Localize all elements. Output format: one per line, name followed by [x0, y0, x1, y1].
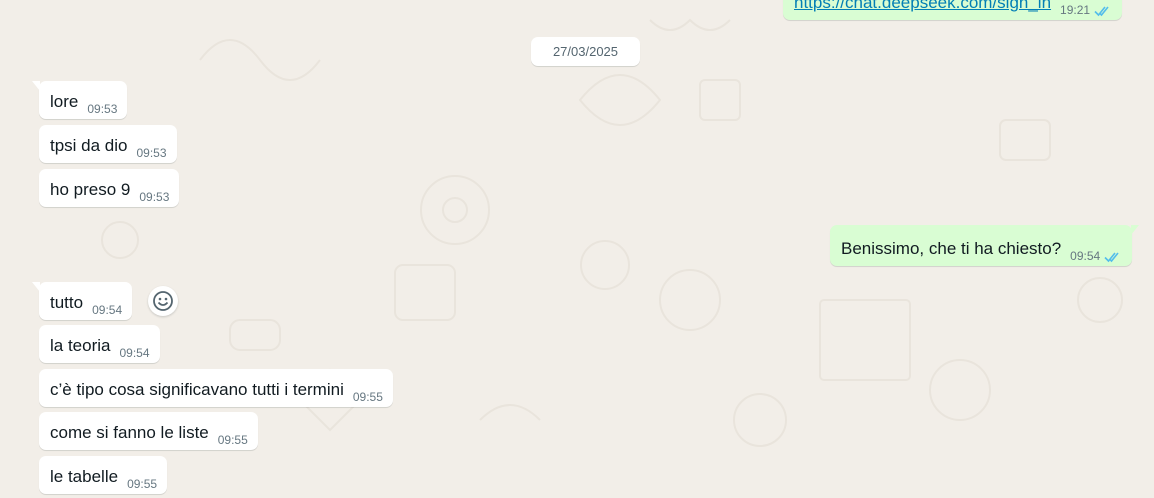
message-incoming[interactable]: tutto 09:54 [32, 282, 133, 320]
message-time: 09:54 [92, 303, 123, 317]
message-text: c’è tipo cosa significavano tutti i term… [50, 380, 344, 399]
double-check-icon [1104, 252, 1119, 263]
message-incoming[interactable]: tpsi da dio 09:53 [39, 125, 177, 163]
message-time: 09:54 [1070, 249, 1101, 263]
double-check-icon [1094, 6, 1109, 17]
message-incoming[interactable]: c’è tipo cosa significavano tutti i term… [39, 369, 393, 407]
bubble-tail [32, 81, 40, 91]
message-text: tpsi da dio [50, 136, 128, 155]
message-incoming[interactable]: ho preso 9 09:53 [39, 169, 180, 207]
smiley-icon [153, 291, 173, 311]
message-incoming[interactable]: come si fanno le liste 09:55 [39, 412, 258, 450]
message-incoming[interactable]: le tabelle 09:55 [39, 456, 168, 494]
message-time: 09:53 [87, 102, 118, 116]
message-time: 09:55 [217, 433, 248, 447]
bubble-tail [1131, 225, 1140, 235]
message-text: come si fanno le liste [50, 423, 209, 442]
message-text: lore [50, 92, 79, 111]
message-text: tutto [50, 293, 84, 312]
message-text: Benissimo, che ti ha chiesto? [841, 239, 1062, 258]
message-text: le tabelle [50, 467, 119, 486]
message-outgoing-link[interactable]: https://chat.deepseek.com/sign_in 19:21 [783, 0, 1123, 20]
message-outgoing[interactable]: Benissimo, che ti ha chiesto? 09:54 [830, 225, 1140, 266]
message-time: 09:54 [119, 346, 150, 360]
emoji-reaction-button[interactable] [148, 286, 178, 316]
message-time: 19:21 [1060, 3, 1091, 17]
message-link-text[interactable]: https://chat.deepseek.com/sign_in [794, 0, 1051, 14]
message-time: 09:55 [352, 390, 383, 404]
message-time: 09:55 [127, 477, 158, 491]
message-incoming[interactable]: lore 09:53 [32, 81, 128, 119]
message-text: la teoria [50, 336, 111, 355]
message-incoming[interactable]: la teoria 09:54 [39, 325, 160, 363]
message-text: ho preso 9 [50, 180, 131, 199]
message-time: 09:53 [139, 190, 170, 204]
date-divider: 27/03/2025 [531, 37, 640, 66]
bubble-tail [32, 282, 40, 292]
message-time: 09:53 [136, 146, 167, 160]
